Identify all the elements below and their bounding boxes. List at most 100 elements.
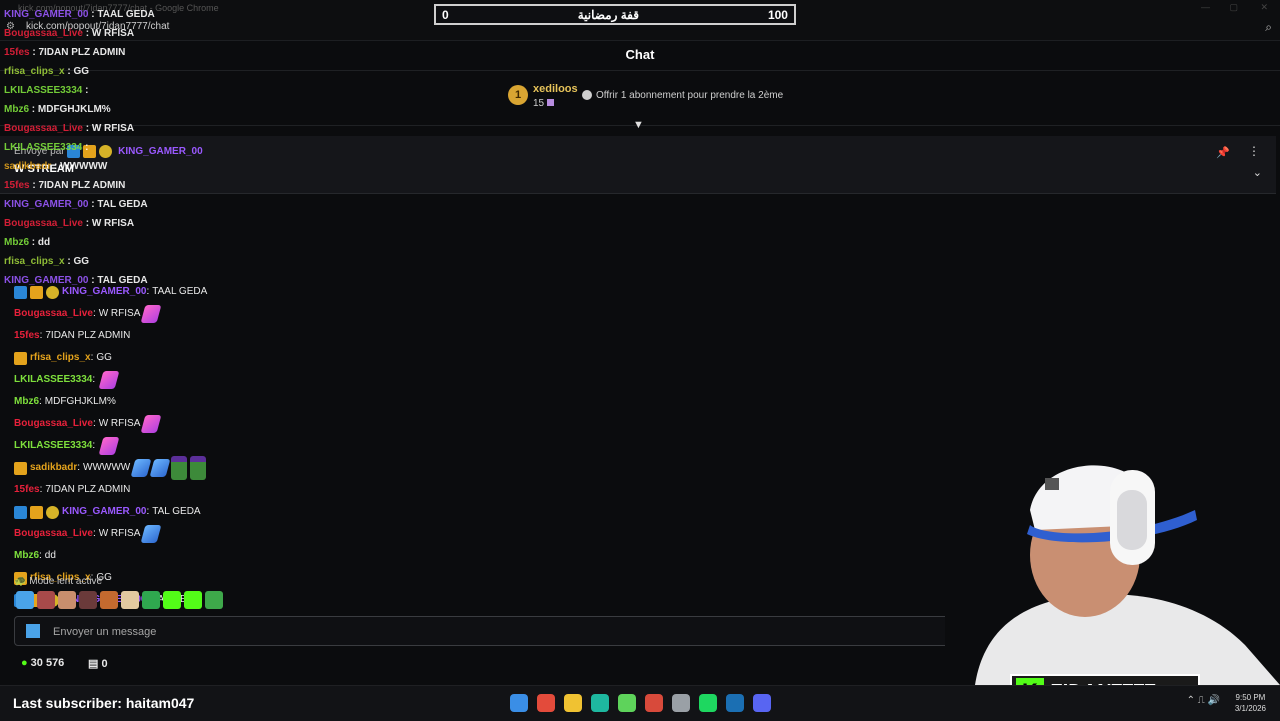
emote-picker-icon[interactable] — [26, 624, 40, 638]
chat-username[interactable]: Mbz6 — [14, 392, 39, 412]
emote-icon[interactable] — [140, 525, 162, 543]
clock[interactable]: 9:50 PM 3/1/2026 — [1235, 692, 1266, 714]
gift-top-user[interactable]: xediloos — [533, 83, 578, 95]
founder-badge-icon — [99, 145, 113, 158]
emote-icon[interactable] — [149, 459, 171, 477]
chat-username[interactable]: 15fes — [14, 326, 40, 346]
crown-badge-icon — [30, 285, 43, 299]
chat-username[interactable]: Mbz6 — [14, 546, 39, 566]
taskbar-app-icon[interactable] — [753, 694, 771, 712]
quick-emote-icon[interactable] — [37, 591, 55, 609]
emote-icon[interactable] — [98, 371, 120, 389]
chat-message: rfisa_clips_x: GG — [14, 348, 112, 368]
chat-username[interactable]: Bougassaa_Live — [14, 414, 93, 434]
overlay-message-text: GG — [73, 256, 90, 267]
overlay-username: Mbz6 — [4, 237, 29, 248]
emote-icon[interactable] — [190, 456, 207, 480]
address-bar[interactable]: kick.com/popout/7idan7777/chat — [26, 21, 169, 32]
taskbar-app-icon[interactable] — [510, 694, 528, 712]
minimize-icon[interactable]: — — [1201, 2, 1210, 12]
chat-message: Mbz6: MDFGHJKLM% — [14, 392, 116, 412]
verified-badge-icon — [67, 145, 81, 158]
pinned-message: Envoyé par KING_GAMER_00 W STREAM 📌 ⋮ ⌄ — [0, 136, 1276, 194]
system-tray[interactable]: ⌃ ⎍ 🔊 — [1187, 695, 1220, 706]
overlay-username: KING_GAMER_00 — [4, 199, 89, 210]
streamer-image — [945, 430, 1280, 685]
slow-mode-notice: 🐢 Mode lent activé — [14, 576, 103, 587]
quick-emote-icon[interactable] — [205, 591, 223, 609]
chat-message-text: 7IDAN PLZ ADMIN — [45, 484, 131, 495]
quick-emote-icon[interactable] — [100, 591, 118, 609]
channel-points[interactable]: ● 30 576 — [21, 657, 64, 669]
chat-username[interactable]: 15fes — [14, 480, 40, 500]
chat-message: LKILASSEE3334: — [14, 436, 120, 456]
chat-username[interactable]: LKILASSEE3334 — [14, 370, 92, 390]
close-icon[interactable]: ✕ — [1260, 2, 1268, 13]
verified-badge-icon — [14, 285, 27, 299]
crown-badge-icon — [14, 461, 27, 475]
quick-emote-icon[interactable] — [79, 591, 97, 609]
quick-emote-icon[interactable] — [16, 591, 34, 609]
goal-end-value: 100 — [767, 7, 788, 22]
chat-username[interactable]: KING_GAMER_00 — [62, 282, 146, 302]
chat-message-text: 7IDAN PLZ ADMIN — [45, 330, 131, 341]
chat-message: Bougassaa_Live: W RFISA — [14, 524, 162, 544]
points-icon: ● — [21, 657, 28, 669]
chat-username[interactable]: LKILASSEE3334 — [14, 436, 92, 456]
subscription-icon — [547, 99, 555, 106]
chat-input[interactable] — [51, 622, 955, 642]
emote-icon[interactable] — [140, 415, 162, 433]
chat-input-container — [14, 616, 994, 646]
emote-icon[interactable] — [130, 459, 152, 477]
taskbar-app-icon[interactable] — [645, 694, 663, 712]
overlay-chat-line: Bougassaa_Live : W RFISA — [4, 218, 135, 229]
emote-icon[interactable] — [140, 305, 162, 323]
chat-message: Bougassaa_Live: W RFISA — [14, 304, 162, 324]
pin-icon[interactable]: 📌 — [1216, 146, 1230, 159]
site-settings-icon[interactable]: ⚙ — [6, 21, 15, 32]
taskbar-apps — [510, 694, 771, 712]
quick-emote-icon[interactable] — [163, 591, 181, 609]
store-count[interactable]: ▤ 0 — [88, 657, 108, 670]
gift-icon — [582, 90, 592, 101]
chat-message: 15fes:7IDAN PLZ ADMIN — [14, 326, 130, 346]
taskbar-app-icon[interactable] — [699, 694, 717, 712]
taskbar-app-icon[interactable] — [618, 694, 636, 712]
chat-message: KING_GAMER_00:TAL GEDA — [14, 502, 201, 522]
chat-username[interactable]: Bougassaa_Live — [14, 524, 93, 544]
zoom-icon[interactable]: ⌕ — [1265, 20, 1272, 35]
founder-badge-icon — [46, 505, 59, 519]
pinned-username[interactable]: KING_GAMER_00 — [118, 146, 202, 157]
chat-message: LKILASSEE3334: — [14, 370, 120, 390]
more-options-icon[interactable]: ⋮ — [1248, 144, 1260, 158]
last-subscriber: Last subscriber: haitam047 — [13, 695, 195, 711]
taskbar-app-icon[interactable] — [672, 694, 690, 712]
chat-username[interactable]: Bougassaa_Live — [14, 304, 93, 324]
gift-info[interactable]: Offrir 1 abonnement pour prendre la 2ème — [582, 90, 783, 101]
taskbar-app-icon[interactable] — [564, 694, 582, 712]
quick-emote-icon[interactable] — [121, 591, 139, 609]
chat-username[interactable]: rfisa_clips_x — [30, 348, 91, 368]
taskbar-app-icon[interactable] — [537, 694, 555, 712]
quick-emote-icon[interactable] — [184, 591, 202, 609]
overlay-chat-line: Mbz6 : dd — [4, 237, 51, 248]
chat-message-text: W RFISA — [98, 528, 141, 539]
chevron-down-icon[interactable]: ⌄ — [1253, 166, 1262, 179]
overlay-username: rfisa_clips_x — [4, 256, 65, 267]
gift-rank-badge: 1 — [508, 85, 528, 105]
quick-emote-icon[interactable] — [142, 591, 160, 609]
quick-emote-icon[interactable] — [58, 591, 76, 609]
emote-icon[interactable] — [171, 456, 188, 480]
chat-message: 15fes:7IDAN PLZ ADMIN — [14, 480, 130, 500]
collapse-icon[interactable]: ▼ — [633, 119, 644, 131]
chat-message-text: MDFGHJKLM% — [44, 396, 116, 407]
chat-username[interactable]: KING_GAMER_00 — [62, 502, 146, 522]
taskbar-app-icon[interactable] — [591, 694, 609, 712]
taskbar-app-icon[interactable] — [726, 694, 744, 712]
chat-message-text: WWWWW — [83, 462, 131, 473]
chat-username[interactable]: sadikbadr — [30, 458, 77, 478]
maximize-icon[interactable]: ▢ — [1229, 2, 1238, 13]
verified-badge-icon — [14, 505, 27, 519]
crown-badge-icon — [30, 505, 43, 519]
emote-icon[interactable] — [98, 437, 120, 455]
